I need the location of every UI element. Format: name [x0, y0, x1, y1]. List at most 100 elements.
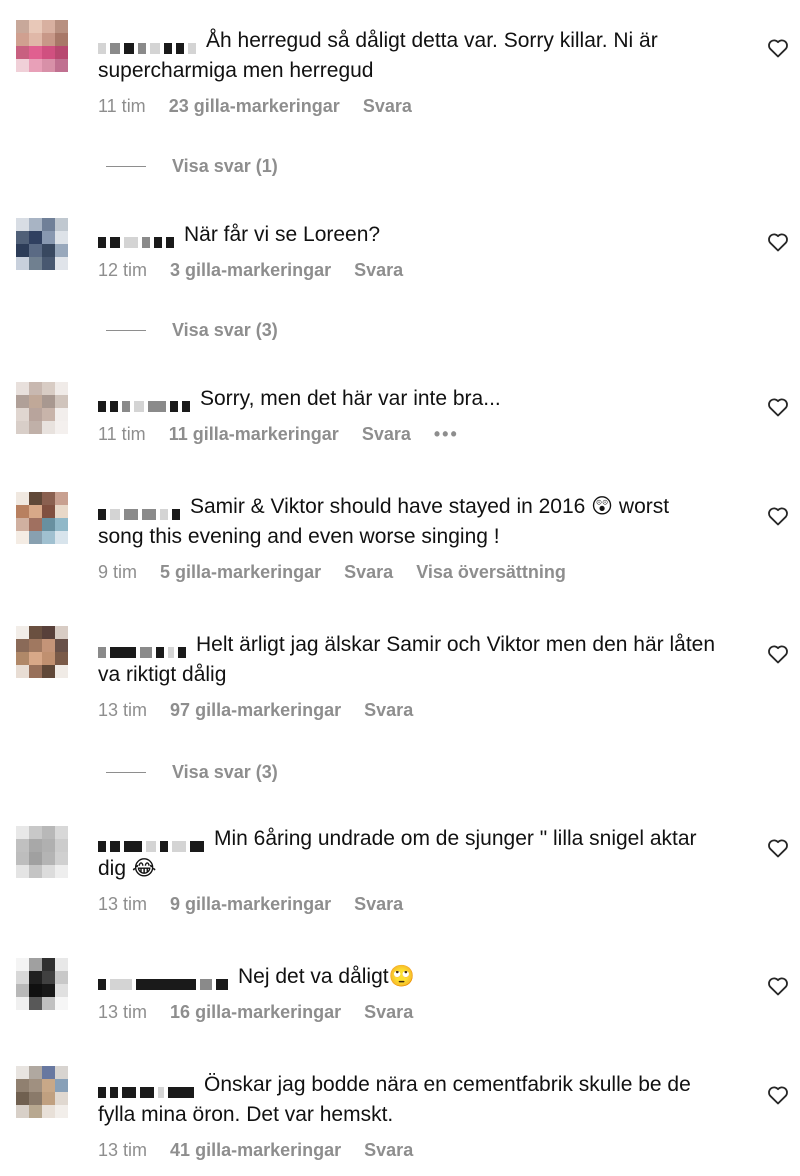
avatar-pixel [55, 1079, 68, 1092]
avatar-pixel [55, 531, 68, 544]
avatar-pixel [55, 218, 68, 231]
view-replies-button[interactable]: Visa svar (3) [106, 320, 278, 341]
avatar-pixel [16, 958, 29, 971]
comment-body: Sorry, men det här var inte bra... [200, 387, 501, 410]
avatar-pixel [55, 1092, 68, 1105]
avatar-pixel [16, 59, 29, 72]
avatar-pixel [42, 20, 55, 33]
like-heart-icon[interactable] [766, 36, 790, 60]
like-heart-icon[interactable] [766, 974, 790, 998]
likes-count[interactable]: 11 gilla-markeringar [169, 424, 339, 444]
avatar-pixel [42, 852, 55, 865]
likes-count[interactable]: 9 gilla-markeringar [170, 894, 331, 914]
avatar-pixel [29, 1092, 42, 1105]
like-heart-icon[interactable] [766, 642, 790, 666]
avatar[interactable] [16, 1066, 68, 1118]
timestamp[interactable]: 13 tim [98, 1002, 147, 1022]
likes-count[interactable]: 23 gilla-markeringar [169, 96, 340, 116]
reply-button[interactable]: Svara [354, 894, 403, 914]
avatar-pixel [55, 46, 68, 59]
like-heart-icon[interactable] [766, 1083, 790, 1107]
avatar[interactable] [16, 218, 68, 270]
likes-count[interactable]: 97 gilla-markeringar [170, 700, 341, 720]
timestamp[interactable]: 13 tim [98, 1140, 147, 1160]
avatar-pixel [55, 665, 68, 678]
avatar-pixel [16, 665, 29, 678]
comment-meta: 13 tim 16 gilla-markeringar Svara [98, 1002, 720, 1023]
reply-button[interactable]: Svara [363, 96, 412, 116]
avatar-pixel [55, 408, 68, 421]
like-heart-icon[interactable] [766, 836, 790, 860]
avatar-pixel [16, 421, 29, 434]
comment-text: Nej det va dåligt🙄 [98, 962, 720, 992]
comment-text: När får vi se Loreen? [98, 220, 720, 250]
username[interactable] [98, 637, 190, 659]
avatar-pixel [55, 505, 68, 518]
avatar-pixel [29, 382, 42, 395]
timestamp[interactable]: 11 tim [98, 96, 146, 116]
avatar[interactable] [16, 492, 68, 544]
avatar-pixel [29, 218, 42, 231]
username[interactable] [98, 33, 200, 55]
reply-button[interactable]: Svara [354, 260, 403, 280]
timestamp[interactable]: 11 tim [98, 424, 146, 444]
avatar-pixel [29, 852, 42, 865]
show-translation-button[interactable]: Visa översättning [416, 562, 566, 582]
avatar-pixel [55, 257, 68, 270]
avatar-pixel [16, 1066, 29, 1079]
avatar-pixel [29, 59, 42, 72]
username[interactable] [98, 969, 232, 991]
reply-button[interactable]: Svara [364, 1002, 413, 1022]
reply-button[interactable]: Svara [344, 562, 393, 582]
avatar-pixel [29, 1066, 42, 1079]
avatar-pixel [29, 33, 42, 46]
avatar-pixel [29, 626, 42, 639]
avatar-pixel [16, 826, 29, 839]
more-options-icon[interactable]: ••• [434, 424, 459, 444]
reply-button[interactable]: Svara [364, 1140, 413, 1160]
avatar-pixel [55, 997, 68, 1010]
comment-text: Åh herregud så dåligt detta var. Sorry k… [98, 26, 720, 86]
username[interactable] [98, 391, 194, 413]
avatar[interactable] [16, 382, 68, 434]
avatar[interactable] [16, 826, 68, 878]
avatar-pixel [42, 865, 55, 878]
likes-count[interactable]: 3 gilla-markeringar [170, 260, 331, 280]
timestamp[interactable]: 13 tim [98, 700, 147, 720]
avatar-pixel [16, 408, 29, 421]
like-heart-icon[interactable] [766, 230, 790, 254]
avatar-pixel [42, 958, 55, 971]
username[interactable] [98, 499, 184, 521]
reply-button[interactable]: Svara [362, 424, 411, 444]
likes-count[interactable]: 16 gilla-markeringar [170, 1002, 341, 1022]
view-replies-button[interactable]: Visa svar (3) [106, 762, 278, 783]
username[interactable] [98, 227, 178, 249]
like-heart-icon[interactable] [766, 504, 790, 528]
view-replies-button[interactable]: Visa svar (1) [106, 156, 278, 177]
timestamp[interactable]: 9 tim [98, 562, 137, 582]
timestamp[interactable]: 13 tim [98, 894, 147, 914]
avatar-pixel [16, 839, 29, 852]
avatar[interactable] [16, 626, 68, 678]
avatar-pixel [29, 652, 42, 665]
avatar-pixel [42, 1092, 55, 1105]
avatar-pixel [16, 231, 29, 244]
avatar-pixel [29, 505, 42, 518]
like-heart-icon[interactable] [766, 395, 790, 419]
username[interactable] [98, 831, 208, 853]
avatar-pixel [29, 826, 42, 839]
reply-button[interactable]: Svara [364, 700, 413, 720]
comment-meta: 13 tim 41 gilla-markeringar Svara [98, 1140, 720, 1161]
avatar-pixel [29, 1079, 42, 1092]
avatar-pixel [42, 218, 55, 231]
avatar-pixel [42, 395, 55, 408]
avatar[interactable] [16, 958, 68, 1010]
avatar[interactable] [16, 20, 68, 72]
username[interactable] [98, 1077, 198, 1099]
avatar-pixel [55, 421, 68, 434]
avatar-pixel [42, 1079, 55, 1092]
likes-count[interactable]: 5 gilla-markeringar [160, 562, 321, 582]
comment-text: Helt ärligt jag älskar Samir och Viktor … [98, 630, 720, 690]
likes-count[interactable]: 41 gilla-markeringar [170, 1140, 341, 1160]
timestamp[interactable]: 12 tim [98, 260, 147, 280]
